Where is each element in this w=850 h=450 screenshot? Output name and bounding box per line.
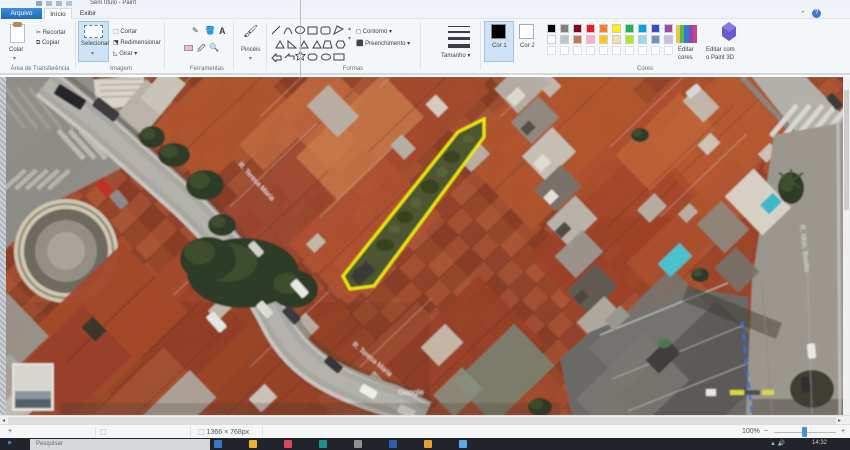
svg-text:Google: Google <box>398 388 424 397</box>
